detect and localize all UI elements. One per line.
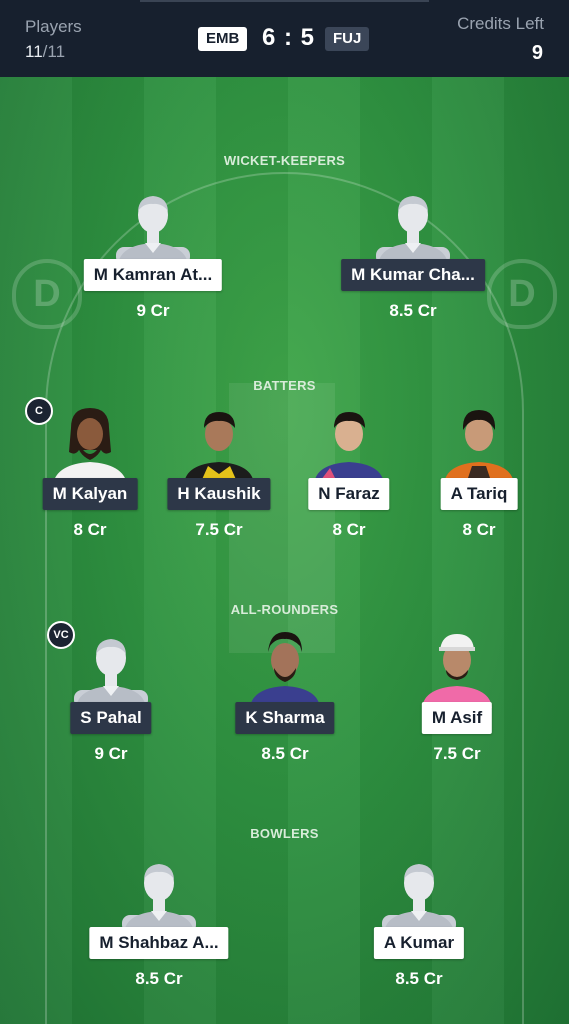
player-name: M Kalyan — [42, 478, 138, 510]
team-left-badge: EMB — [198, 27, 248, 51]
player-credits: 9 Cr — [136, 301, 170, 320]
player-avatar-placeholder-icon — [372, 187, 454, 265]
player-credits: 8 Cr — [462, 520, 496, 539]
player-credits: 9 Cr — [94, 744, 128, 763]
player-name: K Sharma — [235, 702, 335, 734]
credits-left-value: 9 — [531, 42, 543, 64]
player-credits: 8.5 Cr — [389, 301, 437, 320]
section-title-wicket-keepers: WICKET-KEEPERS — [223, 153, 346, 168]
team-split-score: 6 : 5 — [262, 24, 316, 51]
player-credits: 8.5 Cr — [135, 969, 183, 988]
player-name: H Kaushik — [167, 478, 271, 510]
player-credits: 8.5 Cr — [395, 969, 443, 988]
header-divider — [140, 0, 429, 2]
player-photo-icon — [422, 634, 492, 708]
team-header: Players 11/11 EMB 6 : 5 FUJ Credits Left… — [0, 0, 569, 77]
player-photo-icon — [53, 408, 127, 484]
credits-left-label: Credits Left — [457, 14, 544, 33]
player-name: M Shahbaz A... — [89, 927, 229, 959]
player-photo-icon — [250, 632, 320, 708]
section-title-all-rounders: ALL-ROUNDERS — [230, 602, 339, 617]
player-avatar-placeholder-icon — [112, 187, 194, 265]
player-credits: 7.5 Cr — [433, 744, 481, 763]
section-title-batters: BATTERS — [253, 378, 316, 393]
player-name: M Kumar Cha... — [341, 259, 485, 291]
players-total: /11 — [42, 42, 66, 61]
cricket-field: D D WICKET-KEEPERS BATTERS ALL-ROUNDERS … — [0, 77, 569, 1024]
players-count: 11/11 — [25, 42, 65, 62]
section-title-bowlers: BOWLERS — [250, 826, 319, 841]
player-credits: 8.5 Cr — [261, 744, 309, 763]
player-avatar-placeholder-icon — [70, 630, 152, 708]
player-name: A Tariq — [440, 478, 518, 510]
player-name: M Kamran At... — [83, 259, 223, 291]
player-avatar-placeholder-icon — [378, 855, 460, 933]
player-photo-icon — [444, 410, 514, 484]
player-name: A Kumar — [373, 927, 465, 959]
player-photo-icon — [314, 412, 384, 484]
player-name: N Faraz — [308, 478, 390, 510]
players-selected: 11 — [25, 42, 43, 61]
players-label: Players — [25, 17, 82, 36]
player-name: M Asif — [421, 702, 493, 734]
player-photo-icon — [184, 412, 254, 484]
player-avatar-placeholder-icon — [118, 855, 200, 933]
player-name: S Pahal — [70, 702, 152, 734]
team-right-badge: FUJ — [325, 27, 370, 51]
